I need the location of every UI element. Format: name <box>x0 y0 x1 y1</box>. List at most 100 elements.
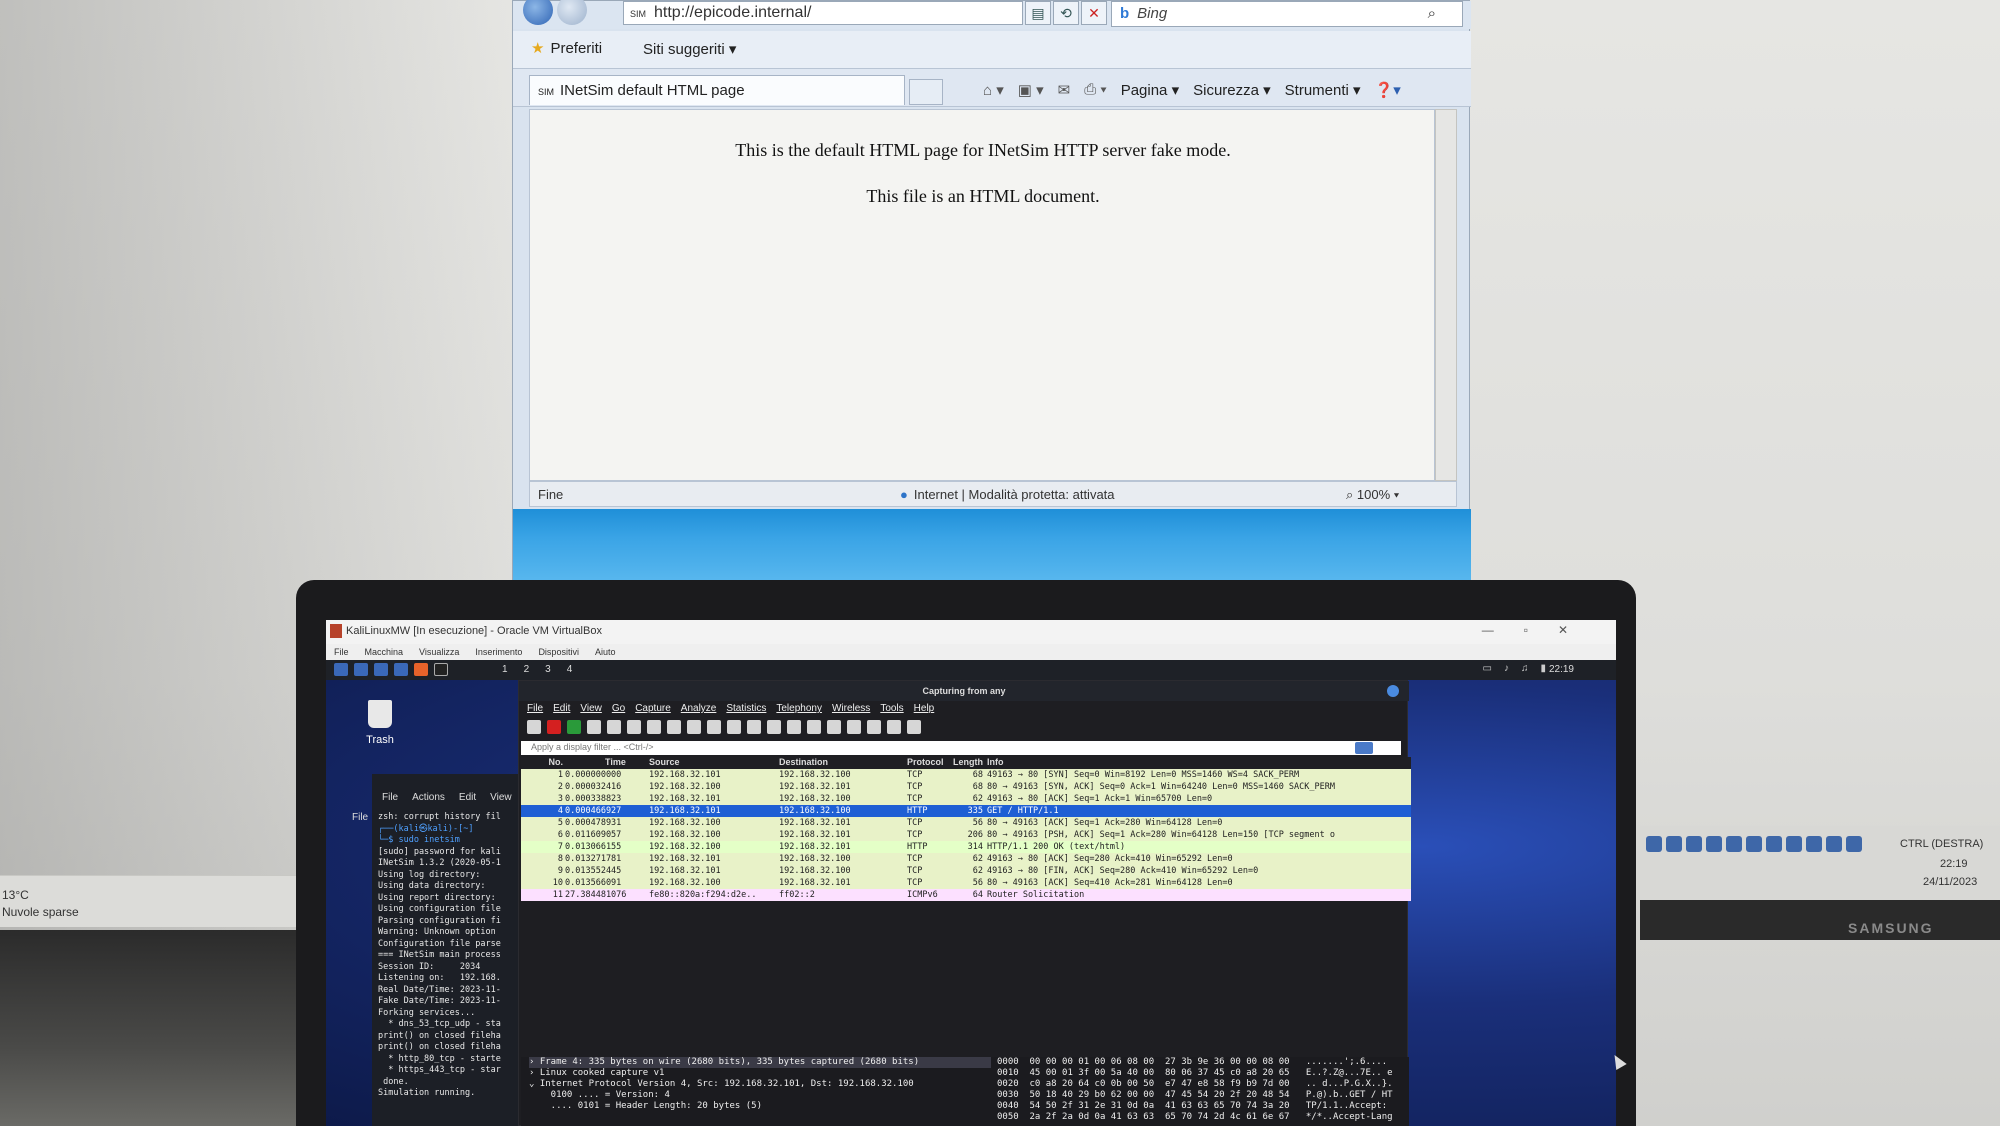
volume-icon[interactable]: ♪ <box>1504 663 1509 674</box>
column-destination[interactable]: Destination <box>779 757 907 769</box>
packet-row[interactable]: 8 0.013271781 192.168.32.101 192.168.32.100… <box>521 853 1411 865</box>
column-info[interactable]: Info <box>987 757 1411 769</box>
vbox-menu-file[interactable]: File <box>334 647 349 657</box>
tray-icon[interactable] <box>1806 836 1822 852</box>
forward-icon[interactable] <box>557 0 587 25</box>
tray-icon[interactable] <box>1726 836 1742 852</box>
print-icon[interactable]: ⎙ ▾ <box>1084 81 1106 99</box>
autoscroll-icon[interactable] <box>807 720 821 734</box>
new-tab-button[interactable] <box>909 79 943 105</box>
detail-tree-item[interactable]: › Frame 4: 335 bytes on wire (2680 bits)… <box>529 1057 991 1068</box>
shark-fin-start-icon[interactable] <box>527 720 541 734</box>
page-menu[interactable]: Pagina ▾ <box>1121 81 1179 99</box>
packet-row[interactable]: 6 0.011609057 192.168.32.100 192.168.32.101… <box>521 829 1411 841</box>
packet-row[interactable]: 1 0.000000000 192.168.32.101 192.168.32.100… <box>521 769 1411 781</box>
window-controls[interactable]: —▫✕ <box>1482 623 1598 637</box>
packet-row[interactable]: 2 0.000032416 192.168.32.100 192.168.32.101… <box>521 781 1411 793</box>
wireshark-menu-item[interactable]: View <box>580 703 602 715</box>
last-packet-icon[interactable] <box>787 720 801 734</box>
favorites-button[interactable]: ★ Preferiti <box>531 39 602 57</box>
wireshark-menu-item[interactable]: Telephony <box>776 703 822 715</box>
wireshark-menu-item[interactable]: Tools <box>880 703 903 715</box>
mail-icon[interactable]: ✉ <box>1058 81 1071 99</box>
home-icon[interactable]: ⌂ ▾ <box>983 81 1004 99</box>
search-input[interactable]: b Bing ⌕ <box>1111 1 1463 27</box>
file-desktop-icon-label[interactable]: File <box>352 812 368 823</box>
open-file-icon[interactable] <box>607 720 621 734</box>
host-date[interactable]: 24/11/2023 <box>1923 876 1977 888</box>
wireshark-menu-item[interactable]: Statistics <box>726 703 766 715</box>
packet-row[interactable]: 3 0.000338823 192.168.32.101 192.168.32.100… <box>521 793 1411 805</box>
wireshark-menu-item[interactable]: Wireless <box>832 703 870 715</box>
tray-icon[interactable] <box>1666 836 1682 852</box>
tab-inetsim[interactable]: SIM INetSim default HTML page <box>529 75 905 105</box>
vbox-menu-help[interactable]: Aiuto <box>595 647 616 657</box>
host-tray-icons[interactable] <box>1646 836 1862 852</box>
zoom-out-icon[interactable] <box>867 720 881 734</box>
display-filter-input[interactable]: Apply a display filter ... <Ctrl-/> <box>521 741 1401 755</box>
packet-row[interactable]: 5 0.000478931 192.168.32.100 192.168.32.101… <box>521 817 1411 829</box>
reload-icon[interactable] <box>667 720 681 734</box>
security-menu[interactable]: Sicurezza ▾ <box>1193 81 1271 99</box>
vbox-menu-devices[interactable]: Dispositivi <box>538 647 579 657</box>
restart-capture-icon[interactable] <box>567 720 581 734</box>
detail-tree-item[interactable]: ⌄ Internet Protocol Version 4, Src: 192.… <box>529 1079 991 1090</box>
battery-icon[interactable]: ▮ <box>1540 663 1546 674</box>
terminal-menu-edit[interactable]: Edit <box>459 792 476 808</box>
security-zone[interactable]: ● Internet | Modalità protetta: attivata <box>900 487 1115 502</box>
tools-menu[interactable]: Strumenti ▾ <box>1285 81 1361 99</box>
terminal-menu-actions[interactable]: Actions <box>412 792 445 808</box>
back-icon[interactable] <box>523 0 553 25</box>
vbox-menu-machine[interactable]: Macchina <box>365 647 404 657</box>
terminal-menu-file[interactable]: File <box>382 792 398 808</box>
wireshark-menu-item[interactable]: Go <box>612 703 625 715</box>
column-protocol[interactable]: Protocol <box>907 757 953 769</box>
packet-row[interactable]: 4 0.000466927 192.168.32.101 192.168.32.100… <box>521 805 1411 817</box>
wireshark-menu-item[interactable]: File <box>527 703 543 715</box>
column-source[interactable]: Source <box>649 757 779 769</box>
close-file-icon[interactable] <box>647 720 661 734</box>
save-file-icon[interactable] <box>627 720 641 734</box>
suggested-sites-button[interactable]: Siti suggeriti ▾ <box>643 40 736 58</box>
compat-view-icon[interactable]: ▤ <box>1025 1 1051 25</box>
tray-icon[interactable] <box>1786 836 1802 852</box>
tray-icon[interactable] <box>1826 836 1842 852</box>
host-weather-widget[interactable]: 13°C Nuvole sparse <box>0 875 310 927</box>
wireshark-menu-item[interactable]: Analyze <box>681 703 717 715</box>
colorize-icon[interactable] <box>827 720 841 734</box>
display-icon[interactable]: ▭ <box>1483 663 1492 674</box>
terminal-window[interactable]: File Actions Edit View zsh: corrupt hist… <box>372 774 518 1126</box>
vbox-menu-input[interactable]: Inserimento <box>475 647 522 657</box>
folder-icon[interactable] <box>374 663 388 676</box>
detail-tree-item[interactable]: 0100 .... = Version: 4 <box>529 1090 991 1101</box>
vbox-menu-view[interactable]: Visualizza <box>419 647 459 657</box>
editor-icon[interactable] <box>394 663 408 676</box>
wireshark-menu-item[interactable]: Help <box>914 703 935 715</box>
close-icon[interactable] <box>1387 685 1399 697</box>
find-icon[interactable] <box>687 720 701 734</box>
workspace-2[interactable]: 2 <box>524 664 530 675</box>
tray-icon[interactable] <box>1686 836 1702 852</box>
go-back-icon[interactable] <box>707 720 721 734</box>
help-icon[interactable]: ❓▾ <box>1375 81 1401 99</box>
column-length[interactable]: Length <box>953 757 987 769</box>
packet-row[interactable]: 9 0.013552445 192.168.32.101 192.168.32.100… <box>521 865 1411 877</box>
packet-row[interactable]: 7 0.013066155 192.168.32.100 192.168.32.101… <box>521 841 1411 853</box>
feeds-icon[interactable]: ▣ ▾ <box>1018 81 1044 99</box>
go-to-packet-icon[interactable] <box>747 720 761 734</box>
zoom-in-icon[interactable] <box>847 720 861 734</box>
go-forward-icon[interactable] <box>727 720 741 734</box>
detail-tree-item[interactable]: › Linux cooked capture v1 <box>529 1068 991 1079</box>
packet-row[interactable]: 10 0.013566091 192.168.32.100 192.168.32.10… <box>521 877 1411 889</box>
terminal-menu-view[interactable]: View <box>490 792 512 808</box>
normal-size-icon[interactable] <box>887 720 901 734</box>
stop-icon[interactable]: ✕ <box>1081 1 1107 25</box>
terminal-icon[interactable] <box>434 663 448 676</box>
filter-apply-button[interactable] <box>1355 742 1373 754</box>
tray-icon[interactable] <box>1746 836 1762 852</box>
tray-icon[interactable] <box>1766 836 1782 852</box>
tray-icon[interactable] <box>1846 836 1862 852</box>
firefox-icon[interactable] <box>414 663 428 676</box>
wireshark-menu-item[interactable]: Capture <box>635 703 671 715</box>
desktop-icon[interactable] <box>354 663 368 676</box>
